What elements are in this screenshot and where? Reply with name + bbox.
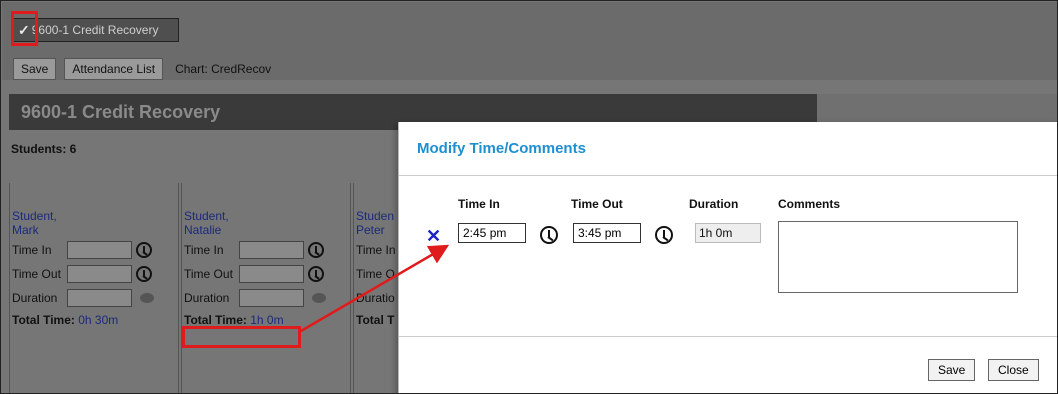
total-time: Total Time: 0h 30m [12, 313, 178, 327]
modify-time-dialog: Modify Time/Comments Time In Time Out Du… [398, 122, 1057, 393]
attendance-list-button[interactable]: Attendance List [64, 58, 164, 80]
total-time-value: 1h 0m [250, 313, 284, 327]
col-time-in: Time In [458, 197, 500, 211]
duration-row: Duration [12, 287, 178, 309]
top-bar: ✓ 9600-1 Credit Recovery Save Attendance… [2, 2, 1057, 80]
clock-icon[interactable] [540, 226, 558, 244]
student-last-name: Student, [184, 209, 229, 223]
delete-x-icon[interactable]: ✕ [426, 226, 441, 247]
duration-field: 1h 0m [695, 223, 761, 243]
time-in-input[interactable] [239, 241, 304, 259]
student-last-name: Student, [12, 209, 57, 223]
duration-row: Duration [184, 287, 350, 309]
clock-icon[interactable] [308, 242, 324, 258]
student-first-name: Natalie [184, 223, 222, 237]
time-out-label: Time Out [184, 267, 233, 281]
app-window: ✓ 9600-1 Credit Recovery Save Attendance… [0, 0, 1058, 394]
total-time-label: Total Time: [12, 313, 75, 327]
duration-label: Duration [12, 291, 58, 305]
comment-bubble-icon[interactable] [140, 293, 154, 303]
divider [399, 175, 1057, 176]
highlight-box [182, 326, 301, 348]
time-out-input[interactable] [239, 265, 304, 283]
student-first-name: Mark [12, 223, 39, 237]
duration-field [239, 289, 304, 307]
divider [399, 336, 1057, 337]
student-name-link[interactable]: Student, Mark [12, 209, 178, 237]
clock-icon[interactable] [136, 266, 152, 282]
comments-textarea[interactable] [778, 221, 1018, 293]
comment-bubble-icon[interactable] [312, 293, 326, 303]
time-in-row: Time In [184, 239, 350, 261]
col-time-out: Time Out [571, 197, 623, 211]
save-button[interactable]: Save [13, 58, 57, 80]
student-card: Student, Natalie Time In Time Out Durati… [181, 183, 351, 393]
time-out-label: Time Out [12, 267, 61, 281]
time-in-label: Time In [184, 243, 224, 257]
col-comments: Comments [778, 197, 841, 211]
time-out-row: Time Out [184, 263, 350, 285]
course-tab-label: 9600-1 Credit Recovery [31, 23, 159, 37]
time-in-input[interactable] [458, 223, 526, 243]
student-name-link[interactable]: Student, Natalie [184, 209, 350, 237]
dialog-title: Modify Time/Comments [417, 140, 586, 157]
toolbar: Save Attendance List Chart: CredRecov [13, 58, 271, 80]
dialog-save-button[interactable]: Save [928, 359, 976, 381]
student-card: Student, Mark Time In Time Out Duration … [9, 183, 179, 393]
time-in-input[interactable] [67, 241, 132, 259]
clock-icon[interactable] [655, 226, 673, 244]
time-out-input[interactable] [573, 223, 641, 243]
col-duration: Duration [689, 197, 739, 211]
time-out-row: Time Out [12, 263, 178, 285]
clock-icon[interactable] [308, 266, 324, 282]
highlight-box [11, 11, 38, 46]
close-button[interactable]: Close [988, 359, 1039, 381]
total-time: Total Time: 1h 0m [184, 313, 350, 327]
total-time-label: Total T [356, 313, 395, 327]
chart-label: Chart: CredRecov [175, 62, 272, 76]
time-out-input[interactable] [67, 265, 132, 283]
time-in-row: Time In [12, 239, 178, 261]
duration-label: Duration [184, 291, 230, 305]
time-in-label: Time In [12, 243, 52, 257]
clock-icon[interactable] [136, 242, 152, 258]
total-time-label: Total Time: [184, 313, 247, 327]
students-count: Students: 6 [11, 142, 77, 156]
total-time-value: 0h 30m [78, 313, 119, 327]
duration-field [67, 289, 132, 307]
